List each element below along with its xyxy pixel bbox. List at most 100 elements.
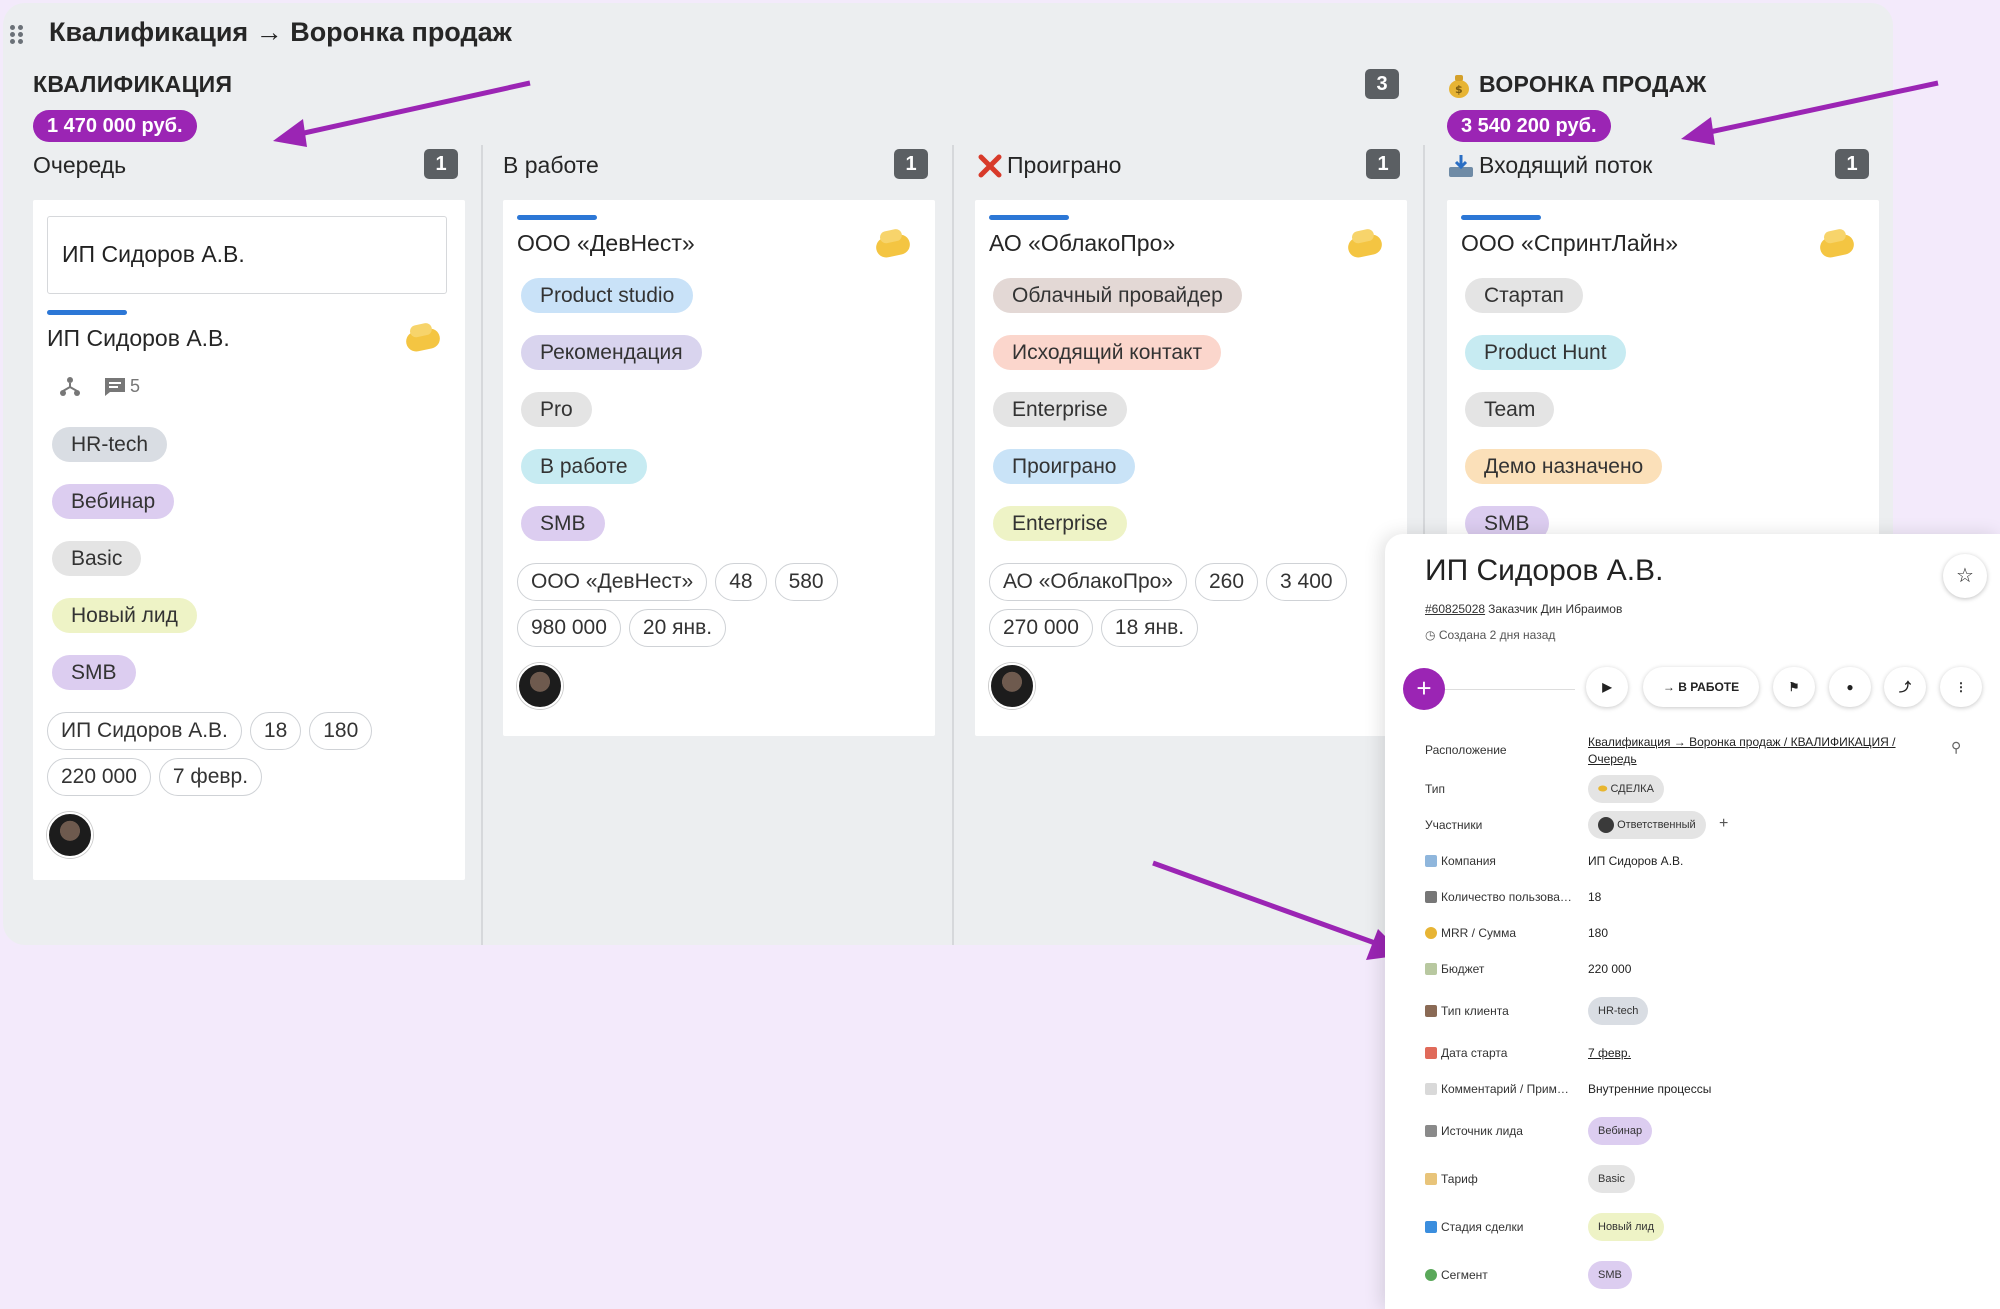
- chip[interactable]: ИП Сидоров А.В.: [47, 712, 242, 750]
- star-icon[interactable]: ☆: [1943, 554, 1987, 598]
- column-title-in-work: В работе: [503, 152, 599, 178]
- field-value-chip[interactable]: HR-tech: [1588, 997, 1649, 1025]
- field-value-chip[interactable]: Basic: [1588, 1165, 1635, 1193]
- field-label-segment: Сегмент: [1425, 1268, 1488, 1282]
- chip[interactable]: АО «ОблакоПро»: [989, 563, 1187, 601]
- field-label-tariff: Тариф: [1425, 1172, 1478, 1186]
- column-title-lost: Проиграно: [977, 152, 1121, 179]
- chip[interactable]: 180: [309, 712, 373, 750]
- tag[interactable]: SMB: [521, 506, 605, 541]
- tag[interactable]: Новый лид: [52, 598, 197, 633]
- more-icon[interactable]: ⋮: [1940, 667, 1982, 707]
- type-chip[interactable]: ⬬ СДЕЛКА: [1588, 775, 1664, 803]
- card-title-input[interactable]: ИП Сидоров А.В.: [47, 216, 447, 294]
- field-value[interactable]: 18: [1588, 890, 1601, 904]
- play-button[interactable]: ▶: [1586, 667, 1628, 707]
- chip[interactable]: 20 янв.: [628, 609, 727, 647]
- chip[interactable]: 18 янв.: [1100, 609, 1199, 647]
- tag[interactable]: Basic: [52, 541, 142, 576]
- tag[interactable]: Стартап: [1465, 278, 1583, 313]
- tag[interactable]: Pro: [521, 392, 592, 427]
- field-value-chip[interactable]: Новый лид: [1588, 1213, 1664, 1241]
- deal-card-devnest[interactable]: ООО «ДевНест» Product studio Рекомендаци…: [503, 200, 935, 736]
- field-label-lead-source: Источник лида: [1425, 1124, 1523, 1138]
- tag[interactable]: Product Hunt: [1465, 335, 1626, 370]
- tag-list: Product studio Рекомендация Pro В работе…: [521, 278, 702, 563]
- comment-count: 5: [130, 376, 141, 396]
- column-count-badge: 1: [424, 149, 458, 179]
- tag[interactable]: Демо назначено: [1465, 449, 1663, 484]
- deal-card-sidorov[interactable]: ИП Сидоров А.В. ИП Сидоров А.В. 5 HR-tec…: [33, 200, 465, 880]
- chip[interactable]: 48: [715, 563, 767, 601]
- status-button[interactable]: → В РАБОТЕ: [1643, 667, 1759, 707]
- deal-card-oblakopro[interactable]: АО «ОблакоПро» Облачный провайдер Исходя…: [975, 200, 1407, 736]
- column-count-badge: 1: [1835, 149, 1869, 179]
- field-value[interactable]: Внутренние процессы: [1588, 1082, 1711, 1096]
- tag[interactable]: SMB: [52, 655, 136, 690]
- share-icon[interactable]: ⤴: [1884, 667, 1926, 707]
- tag[interactable]: Исходящий контакт: [993, 335, 1222, 370]
- add-button[interactable]: +: [1403, 668, 1445, 710]
- divider: [1445, 689, 1575, 690]
- field-value[interactable]: 220 000: [1588, 962, 1631, 976]
- field-chips: АО «ОблакоПро» 260 3 400 270 000 18 янв.: [989, 563, 1399, 647]
- chip[interactable]: 260: [1194, 563, 1259, 601]
- clock-icon: ◷: [1425, 628, 1436, 642]
- alert-icon[interactable]: ●: [1829, 667, 1871, 707]
- chip[interactable]: ООО «ДевНест»: [517, 563, 708, 601]
- puzzle-icon: [1425, 1269, 1437, 1281]
- column-divider: [481, 145, 483, 945]
- tag[interactable]: Облачный провайдер: [993, 278, 1242, 313]
- chip[interactable]: 3 400: [1266, 563, 1347, 601]
- tag[interactable]: Enterprise: [993, 392, 1127, 427]
- field-chips: ИП Сидоров А.В. 18 180 220 000 7 февр.: [47, 712, 447, 796]
- search-icon[interactable]: ⚲: [1951, 739, 1961, 756]
- deal-card-sprintline[interactable]: ООО «СпринтЛайн» Стартап Product Hunt Te…: [1447, 200, 1879, 541]
- field-value[interactable]: 7 февр.: [1588, 1046, 1631, 1060]
- add-participant-icon[interactable]: +: [1719, 815, 1728, 832]
- progress-bar: [517, 215, 597, 220]
- column-divider: [952, 145, 954, 945]
- field-value-chip[interactable]: SMB: [1588, 1261, 1632, 1289]
- flag-icon[interactable]: ⚑: [1773, 667, 1815, 707]
- field-label-start-date: Дата старта: [1425, 1046, 1507, 1060]
- avatar[interactable]: [989, 663, 1035, 709]
- column-count-badge: 1: [894, 149, 928, 179]
- field-label-budget: Бюджет: [1425, 962, 1484, 976]
- tag[interactable]: HR-tech: [52, 427, 168, 462]
- drag-handle-icon[interactable]: [10, 25, 26, 45]
- field-label-comment: Комментарий / Прим…: [1425, 1082, 1569, 1096]
- deal-id-link[interactable]: #60825028: [1425, 602, 1485, 616]
- tag[interactable]: В работе: [521, 449, 647, 484]
- chip[interactable]: 7 февр.: [158, 758, 263, 796]
- avatar[interactable]: [517, 663, 563, 709]
- arrow-right-icon: →: [1662, 680, 1679, 694]
- branch-icon[interactable]: [58, 374, 82, 398]
- comment-icon[interactable]: [103, 376, 127, 398]
- annotation-arrow: [1152, 860, 1404, 960]
- avatar[interactable]: [47, 812, 93, 858]
- chip[interactable]: 220 000: [47, 758, 151, 796]
- group-sum-badge: 3 540 200 руб.: [1447, 110, 1611, 142]
- field-label: Участники: [1425, 818, 1483, 832]
- tag[interactable]: Вебинар: [52, 484, 175, 519]
- tag[interactable]: Проиграно: [993, 449, 1136, 484]
- field-value[interactable]: ИП Сидоров А.В.: [1588, 854, 1683, 868]
- field-value[interactable]: 180: [1588, 926, 1608, 940]
- panel-title: ИП Сидоров А.В.: [1425, 554, 1664, 587]
- red-x-icon: [978, 154, 1002, 177]
- participant-chip[interactable]: Ответственный +: [1588, 811, 1728, 839]
- briefcase-icon: [1425, 1005, 1437, 1017]
- tag-list: HR-tech Вебинар Basic Новый лид SMB: [52, 427, 197, 712]
- chip[interactable]: 270 000: [989, 609, 1093, 647]
- tag[interactable]: Product studio: [521, 278, 694, 313]
- field-label: Расположение: [1425, 743, 1507, 757]
- location-link[interactable]: Квалификация → Воронка продаж / КВАЛИФИК…: [1588, 734, 1938, 768]
- chip[interactable]: 18: [249, 712, 302, 750]
- tag[interactable]: Team: [1465, 392, 1555, 427]
- tag[interactable]: Enterprise: [993, 506, 1127, 541]
- tag[interactable]: Рекомендация: [521, 335, 702, 370]
- chip[interactable]: 580: [774, 563, 838, 601]
- field-value-chip[interactable]: Вебинар: [1588, 1117, 1653, 1145]
- chip[interactable]: 980 000: [517, 609, 621, 647]
